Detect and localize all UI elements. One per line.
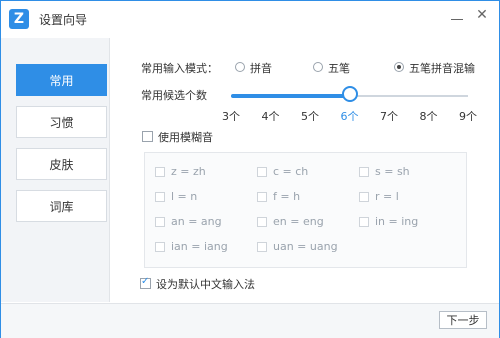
window-title: 设置向导: [39, 13, 88, 27]
fuzzy-pinyin-checkbox[interactable]: [142, 131, 153, 142]
radio-wubi-pinyin-mixed-label[interactable]: 五笔拼音混输: [409, 60, 475, 76]
fuzzy-item-label: z = zh: [171, 165, 206, 178]
radio-pinyin-label[interactable]: 拼音: [250, 60, 272, 76]
fuzzy-item-checkbox[interactable]: [359, 217, 369, 227]
fuzzy-options-panel: z = zh c = ch s = sh l = n f = h r = l a…: [144, 152, 467, 268]
fuzzy-item-checkbox[interactable]: [359, 167, 369, 177]
next-step-button[interactable]: 下一步: [439, 311, 487, 329]
close-button[interactable]: ✕: [475, 8, 489, 22]
candidate-tick-label[interactable]: 6个: [338, 108, 362, 124]
settings-window: Z 设置向导 ✕ 常用 习惯 皮肤 词库 常用输入模式： 拼音 五笔 五笔拼音混…: [0, 0, 500, 338]
candidate-tick-label[interactable]: 4个: [259, 108, 283, 124]
fuzzy-item-label: an = ang: [171, 215, 222, 228]
title-bar: Z 设置向导 ✕: [1, 1, 499, 37]
radio-wubi[interactable]: [313, 62, 323, 72]
candidate-count-label: 常用候选个数: [141, 89, 207, 102]
fuzzy-item-label: ian = iang: [171, 240, 228, 253]
candidate-slider-thumb[interactable]: [341, 86, 358, 102]
input-mode-label: 常用输入模式：: [141, 62, 218, 75]
fuzzy-item-checkbox[interactable]: [155, 217, 165, 227]
fuzzy-item-label: en = eng: [273, 215, 324, 228]
candidate-tick-label[interactable]: 7个: [377, 108, 401, 124]
sidebar: 常用 习惯 皮肤 词库: [1, 38, 110, 302]
sidebar-item-lexicon[interactable]: 词库: [16, 190, 107, 222]
radio-pinyin[interactable]: [235, 62, 245, 72]
candidate-tick-label[interactable]: 5个: [298, 108, 322, 124]
minimize-button[interactable]: [451, 9, 465, 29]
candidate-tick-label[interactable]: 8个: [417, 108, 441, 124]
fuzzy-item-label: r = l: [375, 190, 399, 203]
fuzzy-item-label: c = ch: [273, 165, 309, 178]
fuzzy-item-checkbox[interactable]: [359, 192, 369, 202]
radio-wubi-pinyin-mixed[interactable]: [394, 62, 404, 72]
app-logo-icon: Z: [9, 9, 29, 29]
sidebar-item-common[interactable]: 常用: [16, 64, 107, 96]
fuzzy-item-label: in = ing: [375, 215, 419, 228]
fuzzy-item-checkbox[interactable]: [155, 192, 165, 202]
footer-bar: [1, 303, 499, 338]
fuzzy-item-checkbox[interactable]: [155, 167, 165, 177]
fuzzy-item-label: f = h: [273, 190, 301, 203]
fuzzy-item-label: uan = uang: [273, 240, 338, 253]
fuzzy-item-checkbox[interactable]: [257, 167, 267, 177]
fuzzy-item-label: s = sh: [375, 165, 410, 178]
fuzzy-item-checkbox[interactable]: [257, 217, 267, 227]
fuzzy-item-checkbox[interactable]: [155, 242, 165, 252]
sidebar-item-skins[interactable]: 皮肤: [16, 148, 107, 180]
fuzzy-pinyin-label[interactable]: 使用模糊音: [158, 129, 213, 145]
candidate-tick-label[interactable]: 9个: [456, 108, 480, 124]
default-ime-label[interactable]: 设为默认中文输入法: [156, 276, 255, 292]
default-ime-checkbox[interactable]: [140, 276, 151, 289]
fuzzy-item-label: l = n: [171, 190, 198, 203]
sidebar-item-habits[interactable]: 习惯: [16, 106, 107, 138]
candidate-slider-fill: [231, 94, 350, 98]
candidate-tick-label[interactable]: 3个: [219, 108, 243, 124]
radio-wubi-label[interactable]: 五笔: [328, 60, 350, 76]
fuzzy-item-checkbox[interactable]: [257, 192, 267, 202]
fuzzy-item-checkbox[interactable]: [257, 242, 267, 252]
